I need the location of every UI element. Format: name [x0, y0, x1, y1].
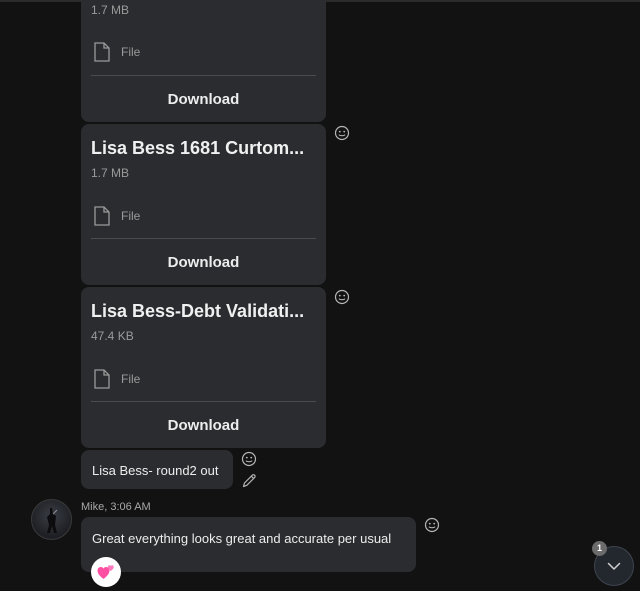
message-bubble[interactable]: Great everything looks great and accurat… [81, 517, 416, 572]
file-card: Lisa Bess-Debt Validati... 47.4 KB File … [81, 287, 326, 448]
file-icon [94, 42, 110, 62]
avatar-figure-icon [47, 508, 58, 533]
divider [91, 238, 316, 239]
two-hearts-icon [97, 565, 114, 579]
smiley-icon [334, 125, 350, 141]
file-title[interactable]: Lisa Bess 1681 Curtom... [91, 138, 316, 159]
divider [91, 401, 316, 402]
message-text: Great everything looks great and accurat… [92, 531, 392, 546]
file-type-label: File [121, 209, 141, 223]
download-button[interactable]: Download [81, 408, 326, 444]
file-type-label: File [121, 45, 141, 59]
react-button[interactable] [424, 517, 440, 533]
file-type-row: File [93, 206, 140, 226]
unread-badge: 1 [592, 541, 607, 556]
file-title[interactable]: Lisa Bess-Debt Validati... [91, 301, 316, 322]
message-bubble[interactable]: Lisa Bess- round2 out [81, 450, 233, 489]
file-card: 1.7 MB File Download [81, 0, 326, 122]
file-size: 47.4 KB [91, 329, 134, 343]
react-button[interactable] [334, 289, 350, 305]
file-type-label: File [121, 372, 141, 386]
chevron-down-icon [607, 562, 621, 570]
smiley-icon [241, 451, 257, 467]
react-button[interactable] [334, 125, 350, 141]
smiley-icon [334, 289, 350, 305]
download-button[interactable]: Download [81, 245, 326, 281]
edit-button[interactable] [241, 473, 257, 489]
file-type-row: File [93, 42, 140, 62]
smiley-icon [424, 517, 440, 533]
heart-reaction[interactable] [91, 557, 121, 587]
avatar[interactable] [31, 499, 72, 540]
file-type-row: File [93, 369, 140, 389]
file-size: 1.7 MB [91, 166, 130, 180]
sender-line: Mike, 3:06 AM [81, 501, 151, 513]
file-icon [94, 206, 110, 226]
divider [91, 75, 316, 76]
file-icon [94, 369, 110, 389]
react-button[interactable] [241, 451, 257, 467]
file-card: Lisa Bess 1681 Curtom... 1.7 MB File Dow… [81, 124, 326, 285]
file-size: 1.7 MB [91, 3, 130, 17]
pencil-icon [242, 474, 256, 488]
download-button[interactable]: Download [81, 82, 326, 118]
message-text: Lisa Bess- round2 out [92, 463, 219, 478]
